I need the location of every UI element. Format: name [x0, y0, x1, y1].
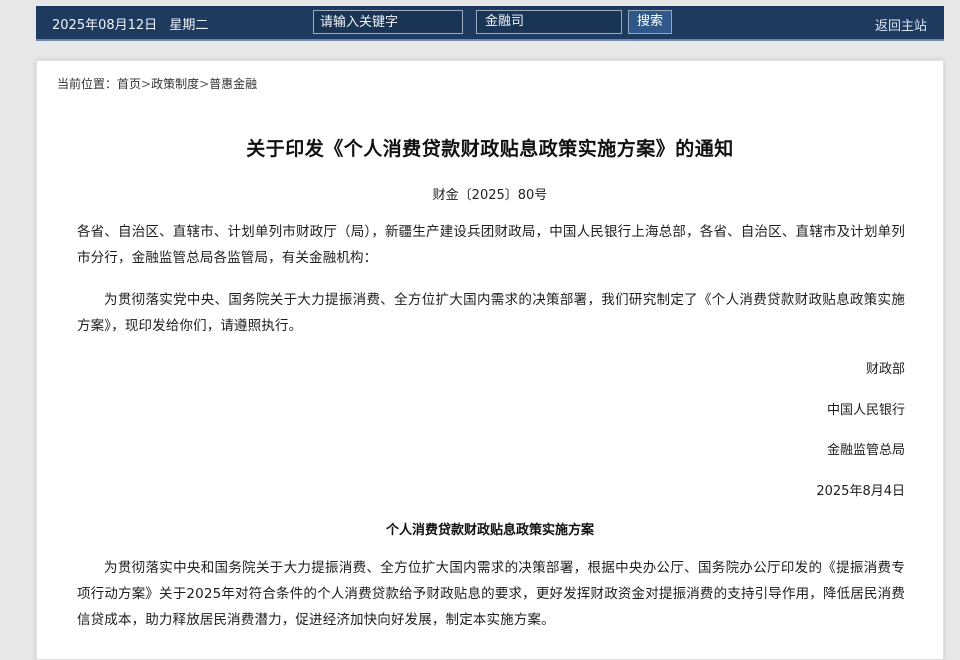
breadcrumb-prefix: 当前位置： [57, 77, 118, 91]
addressees-paragraph: 各省、自治区、直辖市、计划单列市财政厅（局），新疆生产建设兵团财政局，中国人民银… [77, 224, 905, 266]
current-date: 2025年08月12日 星期二 [52, 14, 208, 33]
breadcrumb-policy[interactable]: 政策制度 [151, 77, 199, 91]
weekday-text: 星期二 [169, 18, 209, 33]
search-input[interactable] [313, 10, 463, 34]
search-scope-select[interactable]: 金融司 [476, 10, 622, 34]
breadcrumb-separator: > [141, 77, 152, 91]
top-bar: 2025年08月12日 星期二 金融司 搜索 返回主站 [36, 6, 944, 41]
search-button[interactable]: 搜索 [628, 10, 672, 34]
breadcrumb-home[interactable]: 首页 [117, 77, 141, 91]
document-title: 关于印发《个人消费贷款财政贴息政策实施方案》的通知 [246, 138, 734, 160]
body-paragraph: 为贯彻落实党中央、国务院关于大力提振消费、全方位扩大国内需求的决策部署，我们研究… [77, 292, 905, 334]
return-home-link[interactable]: 返回主站 [875, 15, 927, 34]
signatory-mof: 财政部 [865, 362, 905, 377]
plan-title: 个人消费贷款财政贴息政策实施方案 [385, 523, 594, 538]
breadcrumb-inclusive-finance[interactable]: 普惠金融 [209, 77, 257, 91]
breadcrumb-separator: > [199, 77, 210, 91]
plan-intro-paragraph: 为贯彻落实中央和国务院关于大力提振消费、全方位扩大国内需求的决策部署，根据中央办… [77, 560, 905, 628]
document-number: 财金〔2025〕80号 [432, 188, 548, 203]
article-card: 当前位置：首页>政策制度>普惠金融 关于印发《个人消费贷款财政贴息政策实施方案》… [36, 60, 944, 660]
signatory-pboc: 中国人民银行 [826, 403, 905, 418]
breadcrumb: 当前位置：首页>政策制度>普惠金融 [57, 75, 257, 92]
date-text: 2025年08月12日 [52, 18, 158, 33]
document-date: 2025年8月4日 [816, 484, 905, 499]
search-scope-value: 金融司 [485, 14, 525, 29]
signatory-nfra: 金融监管总局 [826, 443, 905, 458]
